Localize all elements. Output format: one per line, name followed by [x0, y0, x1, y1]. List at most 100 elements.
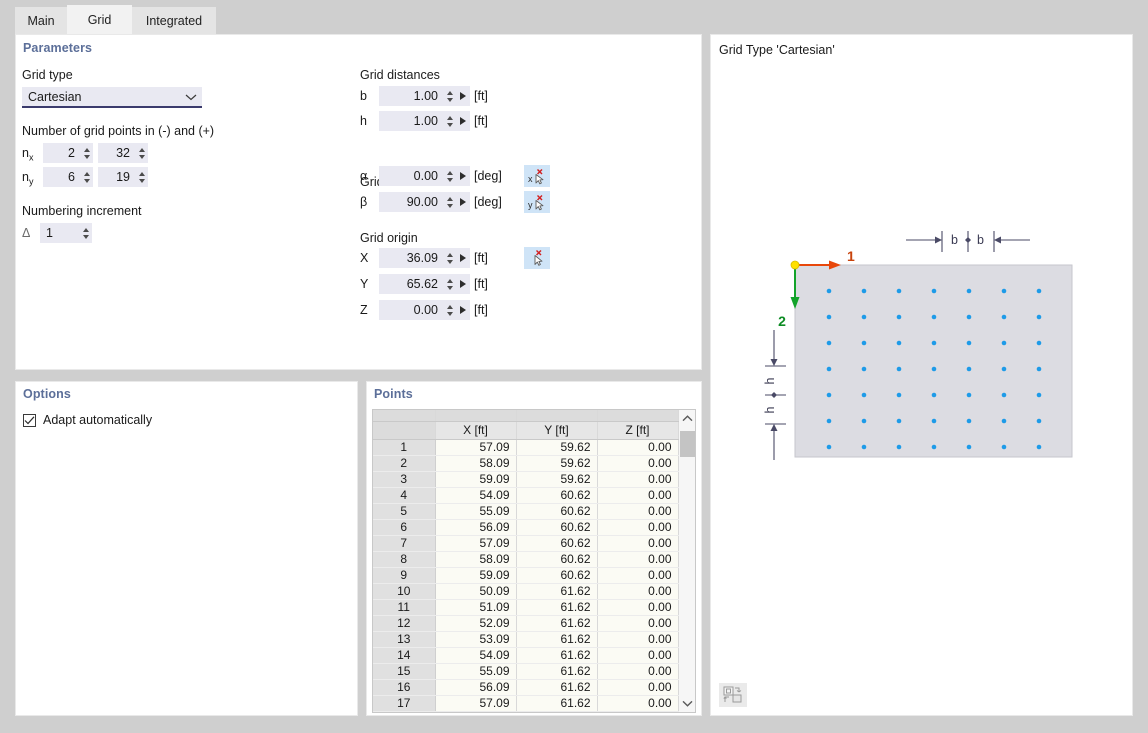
- origin-x-input[interactable]: 36.09: [379, 248, 470, 268]
- table-row[interactable]: 555.0960.620.00: [373, 503, 678, 519]
- ny-plus-stepper[interactable]: [135, 168, 148, 186]
- points-cell[interactable]: 0.00: [597, 583, 678, 599]
- origin-y-stepper[interactable]: [443, 275, 456, 293]
- origin-y-input[interactable]: 65.62: [379, 274, 470, 294]
- tab-grid[interactable]: Grid: [67, 5, 132, 34]
- distance-b-stepper[interactable]: [443, 87, 456, 105]
- points-cell[interactable]: 60.62: [516, 551, 597, 567]
- points-cell[interactable]: 0.00: [597, 567, 678, 583]
- table-row[interactable]: 1151.0961.620.00: [373, 599, 678, 615]
- table-row[interactable]: 1555.0961.620.00: [373, 663, 678, 679]
- origin-y-expand-icon[interactable]: [456, 275, 470, 293]
- points-col-z[interactable]: Z [ft]: [597, 421, 678, 439]
- points-cell[interactable]: 52.09: [435, 615, 516, 631]
- points-cell[interactable]: 0.00: [597, 519, 678, 535]
- distance-h-expand-icon[interactable]: [456, 112, 470, 130]
- table-row[interactable]: 1656.0961.620.00: [373, 679, 678, 695]
- chevron-down-icon[interactable]: [679, 695, 696, 712]
- points-cell[interactable]: 61.62: [516, 695, 597, 711]
- rotation-beta-expand-icon[interactable]: [456, 193, 470, 211]
- distance-h-input[interactable]: 1.00: [379, 111, 470, 131]
- points-cell[interactable]: 60.62: [516, 503, 597, 519]
- points-cell[interactable]: 59.09: [435, 567, 516, 583]
- points-cell[interactable]: 0.00: [597, 695, 678, 711]
- points-cell[interactable]: 61.62: [516, 615, 597, 631]
- nx-plus-input[interactable]: 32: [98, 143, 148, 163]
- points-cell[interactable]: 57.09: [435, 535, 516, 551]
- table-row[interactable]: 858.0960.620.00: [373, 551, 678, 567]
- points-cell[interactable]: 60.62: [516, 567, 597, 583]
- points-cell[interactable]: 0.00: [597, 551, 678, 567]
- points-cell[interactable]: 61.62: [516, 599, 597, 615]
- points-col-x[interactable]: X [ft]: [435, 421, 516, 439]
- points-col-index[interactable]: [373, 421, 435, 439]
- chevron-up-icon[interactable]: [679, 410, 696, 427]
- points-cell[interactable]: 61.62: [516, 663, 597, 679]
- table-row[interactable]: 1454.0961.620.00: [373, 647, 678, 663]
- points-cell[interactable]: 59.62: [516, 439, 597, 455]
- rotation-beta-stepper[interactable]: [443, 193, 456, 211]
- grid-preview-diagram[interactable]: b b h h 1: [711, 35, 1134, 717]
- points-cell[interactable]: 0.00: [597, 679, 678, 695]
- table-row[interactable]: 757.0960.620.00: [373, 535, 678, 551]
- points-cell[interactable]: 61.62: [516, 647, 597, 663]
- points-cell[interactable]: 59.62: [516, 471, 597, 487]
- points-cell[interactable]: 0.00: [597, 439, 678, 455]
- points-cell[interactable]: 53.09: [435, 631, 516, 647]
- points-cell[interactable]: 54.09: [435, 647, 516, 663]
- ny-minus-stepper[interactable]: [80, 168, 93, 186]
- rotation-alpha-stepper[interactable]: [443, 167, 456, 185]
- points-cell[interactable]: 51.09: [435, 599, 516, 615]
- points-cell[interactable]: 0.00: [597, 647, 678, 663]
- origin-x-expand-icon[interactable]: [456, 249, 470, 267]
- points-cell[interactable]: 57.09: [435, 695, 516, 711]
- table-row[interactable]: 258.0959.620.00: [373, 455, 678, 471]
- points-cell[interactable]: 0.00: [597, 615, 678, 631]
- points-cell[interactable]: 58.09: [435, 455, 516, 471]
- points-cell[interactable]: 61.62: [516, 679, 597, 695]
- tab-main[interactable]: Main: [15, 7, 67, 34]
- pick-point-icon[interactable]: [524, 247, 550, 269]
- points-cell[interactable]: 57.09: [435, 439, 516, 455]
- points-cell[interactable]: 55.09: [435, 663, 516, 679]
- points-cell[interactable]: 0.00: [597, 471, 678, 487]
- points-cell[interactable]: 59.62: [516, 455, 597, 471]
- scrollbar-thumb[interactable]: [680, 431, 695, 457]
- table-row[interactable]: 656.0960.620.00: [373, 519, 678, 535]
- pick-x-icon[interactable]: x: [524, 165, 550, 187]
- origin-z-stepper[interactable]: [443, 301, 456, 319]
- points-cell[interactable]: 50.09: [435, 583, 516, 599]
- table-row[interactable]: 157.0959.620.00: [373, 439, 678, 455]
- numbering-increment-input[interactable]: 1: [40, 223, 92, 243]
- points-table-scrollbar[interactable]: [679, 410, 696, 712]
- ny-minus-input[interactable]: 6: [43, 167, 93, 187]
- points-cell[interactable]: 0.00: [597, 455, 678, 471]
- tab-integrated[interactable]: Integrated: [132, 7, 216, 34]
- points-cell[interactable]: 60.62: [516, 519, 597, 535]
- nx-minus-stepper[interactable]: [80, 144, 93, 162]
- pick-y-icon[interactable]: y: [524, 191, 550, 213]
- rotation-alpha-input[interactable]: 0.00: [379, 166, 470, 186]
- numbering-increment-stepper[interactable]: [79, 224, 92, 242]
- render-settings-icon[interactable]: [719, 683, 747, 707]
- scrollbar-track[interactable]: [679, 427, 696, 695]
- points-cell[interactable]: 59.09: [435, 471, 516, 487]
- points-cell[interactable]: 55.09: [435, 503, 516, 519]
- table-row[interactable]: 1757.0961.620.00: [373, 695, 678, 711]
- nx-minus-input[interactable]: 2: [43, 143, 93, 163]
- points-cell[interactable]: 61.62: [516, 631, 597, 647]
- origin-z-input[interactable]: 0.00: [379, 300, 470, 320]
- origin-z-expand-icon[interactable]: [456, 301, 470, 319]
- points-cell[interactable]: 0.00: [597, 663, 678, 679]
- adapt-automatically-checkbox[interactable]: Adapt automatically: [23, 413, 152, 427]
- ny-plus-input[interactable]: 19: [98, 167, 148, 187]
- points-cell[interactable]: 61.62: [516, 583, 597, 599]
- distance-b-expand-icon[interactable]: [456, 87, 470, 105]
- table-row[interactable]: 1252.0961.620.00: [373, 615, 678, 631]
- grid-type-select[interactable]: Cartesian: [22, 87, 202, 108]
- distance-h-stepper[interactable]: [443, 112, 456, 130]
- nx-plus-stepper[interactable]: [135, 144, 148, 162]
- points-cell[interactable]: 56.09: [435, 679, 516, 695]
- table-row[interactable]: 1050.0961.620.00: [373, 583, 678, 599]
- points-cell[interactable]: 60.62: [516, 535, 597, 551]
